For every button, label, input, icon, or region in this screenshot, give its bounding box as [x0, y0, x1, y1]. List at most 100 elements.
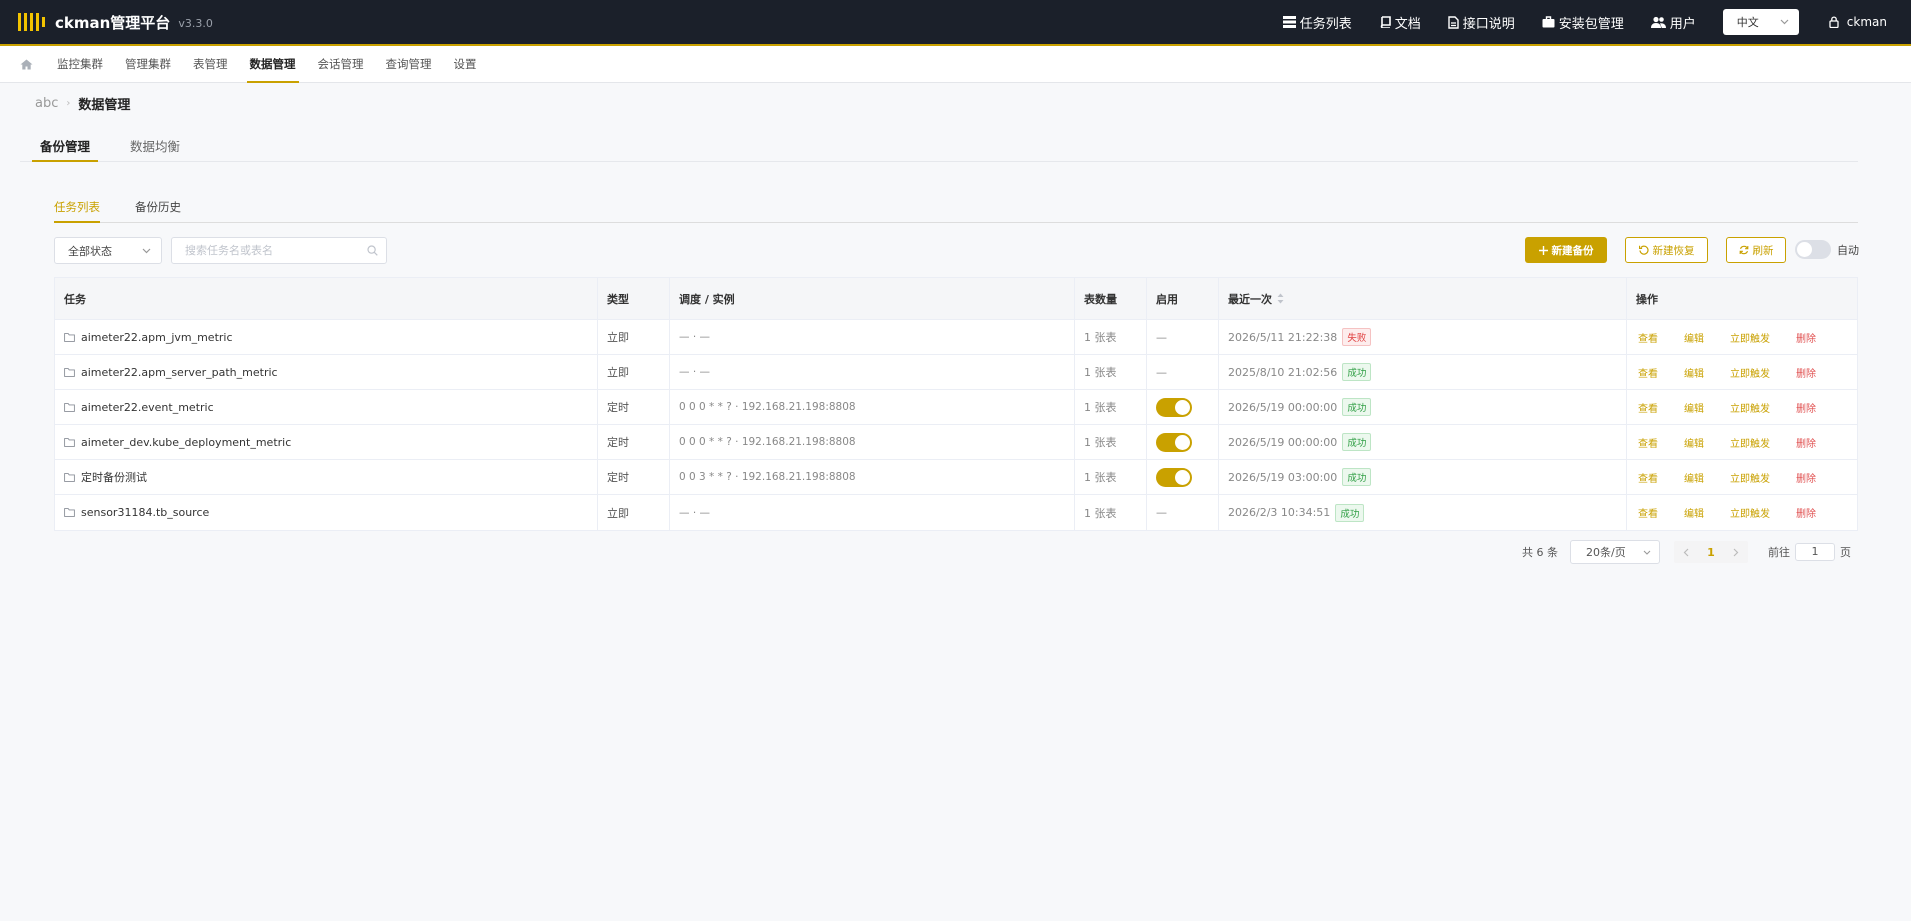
- task-cell[interactable]: aimeter_dev.kube_deployment_metric: [55, 425, 598, 459]
- edit-button[interactable]: 编辑: [1684, 330, 1704, 345]
- breadcrumb-cluster[interactable]: abc: [35, 96, 58, 111]
- subnav-manage-cluster[interactable]: 管理集群: [125, 46, 171, 82]
- chevron-right-icon: [1733, 548, 1739, 556]
- delete-button[interactable]: 删除: [1796, 400, 1816, 415]
- view-button[interactable]: 查看: [1638, 400, 1658, 415]
- task-cell[interactable]: aimeter22.apm_server_path_metric: [55, 355, 598, 389]
- nav-users[interactable]: 用户: [1650, 13, 1696, 32]
- auto-refresh-toggle[interactable]: 自动: [1795, 240, 1859, 259]
- nav-packages[interactable]: 安装包管理: [1542, 13, 1624, 32]
- task-cell[interactable]: aimeter22.event_metric: [55, 390, 598, 424]
- auto-refresh-label: 自动: [1837, 243, 1859, 257]
- task-type: 立即: [607, 506, 629, 520]
- subnav-query-manage[interactable]: 查询管理: [386, 46, 432, 82]
- type-cell: 定时: [598, 460, 670, 494]
- table-count: 1 张表: [1084, 436, 1117, 449]
- nav-api-docs[interactable]: 接口说明: [1448, 13, 1515, 32]
- trigger-now-button[interactable]: 立即触发: [1730, 470, 1770, 485]
- edit-button[interactable]: 编辑: [1684, 435, 1704, 450]
- enabled-switch[interactable]: [1156, 397, 1192, 417]
- trigger-now-button[interactable]: 立即触发: [1730, 330, 1770, 345]
- header-task: 任务: [55, 278, 598, 319]
- delete-button[interactable]: 删除: [1796, 470, 1816, 485]
- schedule-cell: 0 0 0 * * ? · 192.168.21.198:8808: [670, 425, 1075, 459]
- edit-button[interactable]: 编辑: [1684, 400, 1704, 415]
- home-button[interactable]: [20, 46, 33, 82]
- task-cell[interactable]: aimeter22.apm_jvm_metric: [55, 320, 598, 354]
- task-cell[interactable]: sensor31184.tb_source: [55, 495, 598, 530]
- count-cell: 1 张表: [1075, 460, 1147, 494]
- table-count: 1 张表: [1084, 401, 1117, 414]
- delete-button[interactable]: 删除: [1796, 505, 1816, 520]
- last-run-cell: 2026/5/19 03:00:00 成功: [1219, 460, 1627, 494]
- trigger-now-button[interactable]: 立即触发: [1730, 505, 1770, 520]
- count-cell: 1 张表: [1075, 355, 1147, 389]
- status-badge: 成功: [1342, 468, 1372, 486]
- next-page-button[interactable]: [1724, 548, 1748, 557]
- subnav-table-manage[interactable]: 表管理: [193, 46, 228, 82]
- view-button[interactable]: 查看: [1638, 470, 1658, 485]
- nav-docs-label: 文档: [1394, 16, 1421, 32]
- header-last-run[interactable]: 最近一次: [1219, 278, 1627, 319]
- status-badge: 成功: [1335, 503, 1365, 522]
- users-icon: [1650, 16, 1666, 28]
- nav-docs[interactable]: 文档: [1379, 13, 1421, 32]
- trigger-now-button[interactable]: 立即触发: [1730, 365, 1770, 380]
- task-name: aimeter22.event_metric: [81, 400, 214, 414]
- nav-task-list[interactable]: 任务列表: [1282, 13, 1352, 32]
- plus-icon: [1538, 245, 1548, 255]
- tab-data-balance[interactable]: 数据均衡: [126, 132, 184, 161]
- edit-button[interactable]: 编辑: [1684, 505, 1704, 520]
- new-restore-button[interactable]: 新建恢复: [1625, 237, 1708, 263]
- tab-backup-manage[interactable]: 备份管理: [31, 132, 99, 162]
- sort-icon[interactable]: [1277, 293, 1284, 304]
- schedule-cell: — · —: [670, 355, 1075, 389]
- refresh-icon: [1739, 245, 1748, 255]
- subnav-session-manage[interactable]: 会话管理: [318, 46, 364, 82]
- delete-button[interactable]: 删除: [1796, 365, 1816, 380]
- enabled-cell: —: [1147, 320, 1219, 354]
- schedule-instance: — · —: [679, 331, 711, 343]
- auto-refresh-switch[interactable]: [1795, 240, 1831, 259]
- view-button[interactable]: 查看: [1638, 330, 1658, 345]
- logo[interactable]: ckman管理平台 v3.3.0: [18, 12, 213, 33]
- count-cell: 1 张表: [1075, 425, 1147, 459]
- page-size-select[interactable]: 20条/页: [1570, 540, 1660, 564]
- trigger-now-button[interactable]: 立即触发: [1730, 435, 1770, 450]
- user-menu[interactable]: ckman: [1829, 15, 1887, 29]
- new-backup-button[interactable]: 新建备份: [1525, 237, 1607, 263]
- task-cell[interactable]: 定时备份测试: [55, 460, 598, 494]
- search-field[interactable]: [171, 237, 387, 264]
- table-row: 定时备份测试 定时 0 0 3 * * ? · 192.168.21.198:8…: [55, 460, 1857, 495]
- language-select[interactable]: 中文: [1722, 9, 1799, 35]
- enabled-switch[interactable]: [1156, 467, 1192, 487]
- view-button[interactable]: 查看: [1638, 435, 1658, 450]
- enabled-cell: —: [1147, 355, 1219, 389]
- delete-button[interactable]: 删除: [1796, 435, 1816, 450]
- lock-icon: [1829, 16, 1839, 28]
- enabled-switch[interactable]: [1156, 432, 1192, 452]
- search-input[interactable]: [185, 244, 367, 257]
- page-number[interactable]: 1: [1698, 546, 1724, 559]
- subnav-settings[interactable]: 设置: [454, 46, 477, 82]
- chevron-left-icon: [1683, 548, 1689, 556]
- view-button[interactable]: 查看: [1638, 365, 1658, 380]
- subnav-monitor-cluster[interactable]: 监控集群: [57, 46, 103, 82]
- goto-page-input[interactable]: 1: [1795, 543, 1835, 561]
- main-tabs: 备份管理 数据均衡: [20, 132, 1858, 162]
- status-filter-select[interactable]: 全部状态: [54, 237, 162, 264]
- enabled-cell: [1147, 390, 1219, 424]
- breadcrumb-separator: ›: [66, 98, 71, 109]
- tab-backup-history[interactable]: 备份历史: [135, 197, 181, 222]
- prev-page-button[interactable]: [1674, 548, 1698, 557]
- view-button[interactable]: 查看: [1638, 505, 1658, 520]
- subnav-data-manage[interactable]: 数据管理: [246, 46, 299, 83]
- refresh-button[interactable]: 刷新: [1726, 237, 1786, 263]
- trigger-now-button[interactable]: 立即触发: [1730, 400, 1770, 415]
- tab-task-list[interactable]: 任务列表: [54, 197, 100, 223]
- edit-button[interactable]: 编辑: [1684, 365, 1704, 380]
- last-run-time: 2025/8/10 21:02:56: [1228, 365, 1338, 379]
- chevron-down-icon: [1780, 19, 1789, 25]
- delete-button[interactable]: 删除: [1796, 330, 1816, 345]
- edit-button[interactable]: 编辑: [1684, 470, 1704, 485]
